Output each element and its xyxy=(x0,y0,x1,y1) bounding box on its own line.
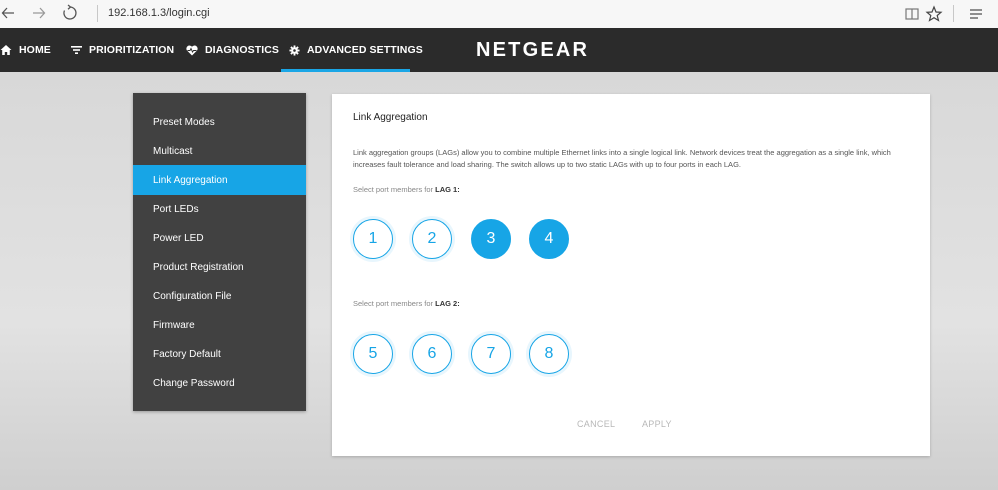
top-navigation: HOME PRIORITIZATION DIAGNOSTICS ADVANCED xyxy=(0,28,998,72)
browser-toolbar: 192.168.1.3/login.cgi xyxy=(0,0,998,29)
gear-icon xyxy=(289,44,300,56)
sidebar-item-configuration-file[interactable]: Configuration File xyxy=(133,281,306,311)
nav-home-label: HOME xyxy=(19,44,51,56)
link-aggregation-panel: Link Aggregation Link aggregation groups… xyxy=(332,94,930,456)
apply-button[interactable]: APPLY xyxy=(642,419,672,429)
nav-home[interactable]: HOME xyxy=(0,28,51,72)
sidebar-item-label: Preset Modes xyxy=(153,116,215,128)
brand-logo: NETGEAR xyxy=(476,38,590,61)
back-arrow-icon[interactable] xyxy=(0,3,20,23)
port-number: 5 xyxy=(368,345,378,362)
nav-diagnostics[interactable]: DIAGNOSTICS xyxy=(186,28,279,72)
sidebar-item-label: Firmware xyxy=(153,319,195,331)
home-icon xyxy=(0,45,12,55)
sidebar-item-label: Product Registration xyxy=(153,261,244,273)
lag1-port-4[interactable]: 4 xyxy=(529,219,569,259)
favorite-star-icon[interactable] xyxy=(924,4,944,24)
sidebar-item-label: Factory Default xyxy=(153,348,221,360)
port-number: 8 xyxy=(544,345,554,362)
lag2-port-7[interactable]: 7 xyxy=(471,334,511,374)
heartbeat-icon xyxy=(186,45,198,55)
lag2-prompt: Select port members for xyxy=(353,299,436,308)
sidebar-item-label: Link Aggregation xyxy=(153,174,228,186)
filter-icon xyxy=(71,46,82,54)
sidebar-item-label: Port LEDs xyxy=(153,203,199,215)
reading-view-icon[interactable] xyxy=(902,4,922,24)
port-number: 3 xyxy=(486,230,496,247)
port-number: 7 xyxy=(486,345,496,362)
settings-sidebar: Preset Modes Multicast Link Aggregation … xyxy=(133,93,306,411)
port-number: 6 xyxy=(427,345,437,362)
url-separator xyxy=(97,5,98,22)
sidebar-item-change-password[interactable]: Change Password xyxy=(133,368,306,398)
address-bar[interactable]: 192.168.1.3/login.cgi xyxy=(108,7,210,19)
lag2-port-6[interactable]: 6 xyxy=(412,334,452,374)
sidebar-item-label: Power LED xyxy=(153,232,204,244)
forward-arrow-icon[interactable] xyxy=(29,3,49,23)
sidebar-item-product-registration[interactable]: Product Registration xyxy=(133,252,306,282)
sidebar-item-label: Change Password xyxy=(153,377,235,389)
sidebar-item-label: Configuration File xyxy=(153,290,232,302)
lag1-label: Select port members for LAG 1: xyxy=(353,185,460,194)
port-number: 4 xyxy=(544,230,554,247)
sidebar-item-firmware[interactable]: Firmware xyxy=(133,310,306,340)
lag2-label: Select port members for LAG 2: xyxy=(353,299,460,308)
page-description: Link aggregation groups (LAGs) allow you… xyxy=(353,148,891,169)
sidebar-item-label: Multicast xyxy=(153,145,193,157)
sidebar-item-link-aggregation[interactable]: Link Aggregation xyxy=(133,165,306,195)
sidebar-item-multicast[interactable]: Multicast xyxy=(133,136,306,166)
refresh-icon[interactable] xyxy=(60,3,80,23)
lag1-port-1[interactable]: 1 xyxy=(353,219,393,259)
hub-menu-icon[interactable] xyxy=(966,4,986,24)
sidebar-item-port-leds[interactable]: Port LEDs xyxy=(133,194,306,224)
lag1-port-2[interactable]: 2 xyxy=(412,219,452,259)
lag1-prompt: Select port members for xyxy=(353,185,436,194)
nav-prioritization[interactable]: PRIORITIZATION xyxy=(71,28,174,72)
cancel-button[interactable]: CANCEL xyxy=(577,419,615,429)
lag2-port-8[interactable]: 8 xyxy=(529,334,569,374)
sidebar-item-preset-modes[interactable]: Preset Modes xyxy=(133,107,306,137)
nav-advanced-settings[interactable]: ADVANCED SETTINGS xyxy=(289,28,423,72)
nav-diagnostics-label: DIAGNOSTICS xyxy=(205,44,280,56)
lag1-name: LAG 1: xyxy=(435,185,460,194)
lag2-port-5[interactable]: 5 xyxy=(353,334,393,374)
lag2-name: LAG 2: xyxy=(435,299,460,308)
port-number: 2 xyxy=(427,230,437,247)
lag1-port-3[interactable]: 3 xyxy=(471,219,511,259)
sidebar-item-factory-default[interactable]: Factory Default xyxy=(133,339,306,369)
sidebar-item-power-led[interactable]: Power LED xyxy=(133,223,306,253)
nav-prioritization-label: PRIORITIZATION xyxy=(89,44,175,56)
nav-advanced-settings-label: ADVANCED SETTINGS xyxy=(307,44,423,56)
port-number: 1 xyxy=(368,230,378,247)
page-title: Link Aggregation xyxy=(353,112,428,123)
toolbar-separator xyxy=(953,5,954,22)
